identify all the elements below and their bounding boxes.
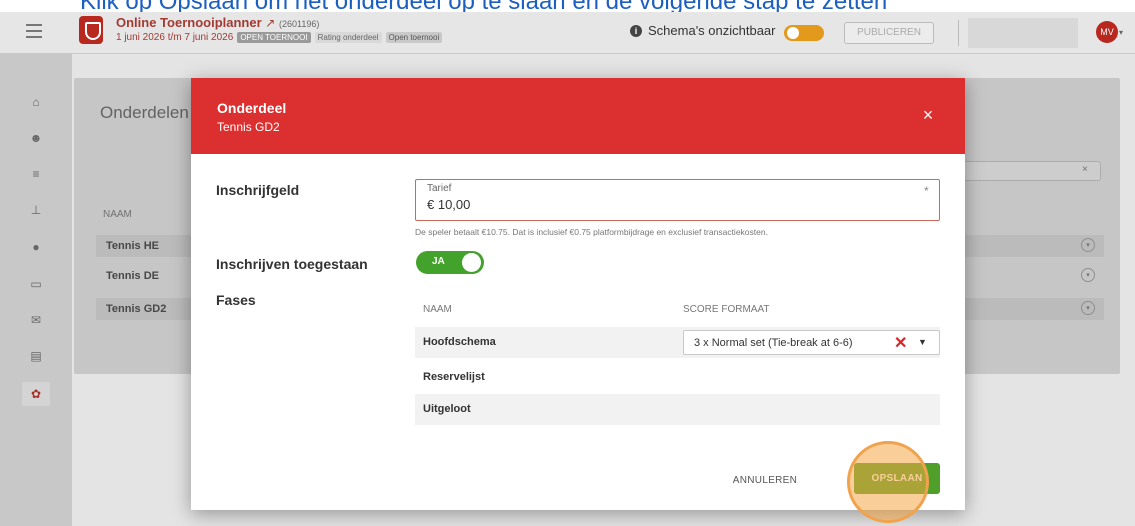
- tournament-id: (2601196): [278, 19, 320, 29]
- top-app-bar: Online Toernooiplanner ↗ (2601196) 1 jun…: [0, 12, 1135, 54]
- hamburger-menu-icon[interactable]: [26, 24, 42, 38]
- user-menu-caret-icon[interactable]: ▾: [1119, 28, 1123, 37]
- phase-row: Uitgeloot: [415, 394, 940, 425]
- registration-toggle[interactable]: JA: [416, 251, 484, 274]
- clear-icon[interactable]: ✕: [894, 333, 907, 353]
- user-avatar[interactable]: MV: [1096, 21, 1118, 43]
- status-badge: OPEN TOERNOOI: [237, 32, 311, 43]
- blurred-area: [968, 18, 1078, 48]
- publish-button[interactable]: PUBLICEREN: [844, 22, 934, 44]
- registration-label: Inschrijven toegestaan: [216, 256, 368, 272]
- registration-toggle-label: JA: [432, 256, 445, 267]
- score-format-value: 3 x Normal set (Tie-break at 6-6): [694, 337, 853, 349]
- dropdown-arrow-icon[interactable]: ▼: [918, 337, 927, 347]
- tournament-info: 1 juni 2026 t/m 7 juni 2026 OPEN TOERNOO…: [116, 32, 443, 43]
- phases-label: Fases: [216, 292, 256, 308]
- required-marker: *: [924, 184, 929, 198]
- event-modal: Onderdeel Tennis GD2 × Inschrijfgeld Tar…: [191, 78, 965, 510]
- fee-input[interactable]: Tarief € 10,00 *: [415, 179, 940, 221]
- fee-value[interactable]: € 10,00: [427, 197, 470, 212]
- type-badge: Open toernooi: [385, 32, 443, 43]
- schema-visibility-toggle[interactable]: [784, 25, 824, 41]
- app-title-text: Online Toernooiplanner: [116, 15, 262, 30]
- fee-field-label: Tarief: [427, 183, 452, 194]
- click-highlight: [847, 441, 929, 523]
- phase-row: Hoofdschema 3 x Normal set (Tie-break at…: [415, 327, 940, 358]
- schema-visibility-label: Schema's onzichtbaar: [648, 23, 776, 38]
- phases-column-name: NAAM: [423, 304, 452, 315]
- schema-visibility: i Schema's onzichtbaar: [630, 23, 776, 38]
- modal-header: Onderdeel Tennis GD2 ×: [191, 78, 965, 154]
- fee-hint: De speler betaalt €10.75. Dat is inclusi…: [415, 227, 768, 237]
- phase-name: Hoofdschema: [423, 336, 496, 348]
- info-icon: i: [630, 24, 642, 37]
- external-link-icon[interactable]: ↗: [265, 16, 275, 30]
- modal-title: Onderdeel: [217, 100, 287, 116]
- phase-name: Uitgeloot: [423, 403, 471, 415]
- rating-badge: Rating onderdeel: [314, 32, 382, 43]
- modal-subtitle: Tennis GD2: [217, 120, 280, 134]
- cancel-button[interactable]: ANNULEREN: [725, 467, 805, 495]
- phases-column-score-format: SCORE FORMAAT: [683, 304, 770, 315]
- app-logo-icon: [79, 16, 103, 44]
- app-title[interactable]: Online Toernooiplanner ↗ (2601196): [116, 15, 319, 30]
- phase-name: Reservelijst: [423, 371, 485, 383]
- close-icon[interactable]: ×: [915, 102, 941, 128]
- score-format-select[interactable]: 3 x Normal set (Tie-break at 6-6) ✕ ▼: [683, 330, 940, 355]
- tournament-dates: 1 juni 2026 t/m 7 juni 2026: [116, 32, 234, 43]
- fee-label: Inschrijfgeld: [216, 182, 300, 198]
- toggle-knob: [462, 253, 481, 272]
- phase-row: Reservelijst: [415, 362, 940, 393]
- topbar-divider: [958, 20, 959, 46]
